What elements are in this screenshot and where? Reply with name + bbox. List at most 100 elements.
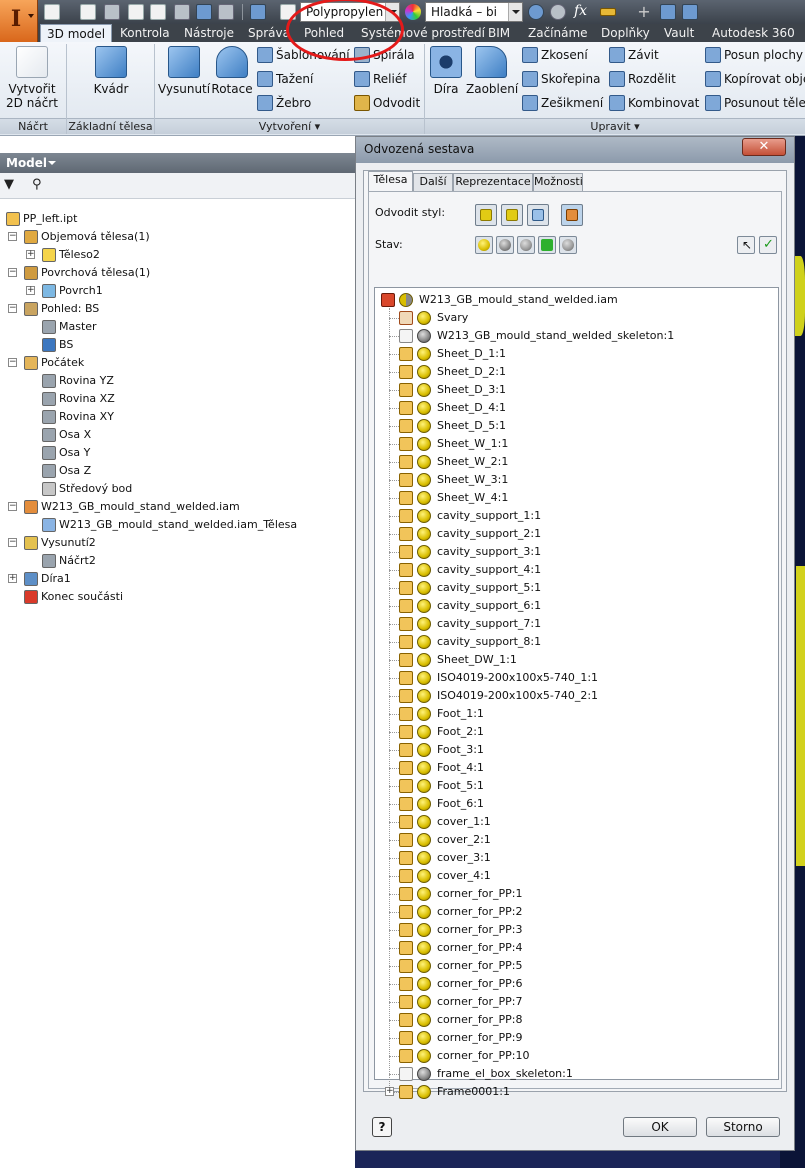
- component-row[interactable]: Sheet_W_1:1: [375, 435, 775, 453]
- tab-sprava[interactable]: Správa: [248, 24, 290, 42]
- component-row[interactable]: corner_for_PP:8: [375, 1011, 775, 1029]
- component-row[interactable]: corner_for_PP:1: [375, 885, 775, 903]
- tab-vault[interactable]: Vault: [664, 24, 694, 42]
- more-icon[interactable]: [682, 4, 698, 20]
- component-row[interactable]: cavity_support_4:1: [375, 561, 775, 579]
- derive-style-single-body-button[interactable]: [475, 204, 497, 226]
- include-status-icon[interactable]: [417, 491, 431, 505]
- component-row[interactable]: corner_for_PP:2: [375, 903, 775, 921]
- include-status-icon[interactable]: [417, 779, 431, 793]
- status-bounding-box-button[interactable]: [538, 236, 556, 254]
- component-row[interactable]: corner_for_PP:3: [375, 921, 775, 939]
- tab-nastroje[interactable]: Nástroje: [184, 24, 234, 42]
- binoculars-icon[interactable]: ⚲: [32, 178, 46, 192]
- collapse-icon[interactable]: −: [8, 304, 17, 313]
- component-row[interactable]: Foot_5:1: [375, 777, 775, 795]
- fillet-button[interactable]: Zaoblení: [466, 46, 518, 96]
- component-row[interactable]: W213_GB_mould_stand_welded_skeleton:1: [375, 327, 775, 345]
- include-status-icon[interactable]: [417, 419, 431, 433]
- component-row[interactable]: cavity_support_1:1: [375, 507, 775, 525]
- undo-icon[interactable]: [128, 4, 144, 20]
- include-status-icon[interactable]: [417, 527, 431, 541]
- appearance-select[interactable]: Hladká – bi: [425, 2, 523, 22]
- tab-doplnky[interactable]: Doplňky: [601, 24, 650, 42]
- mixed-status-icon[interactable]: [399, 293, 413, 307]
- appearance-adjust-icon[interactable]: [528, 4, 544, 20]
- collapse-icon[interactable]: −: [8, 268, 17, 277]
- component-row[interactable]: Foot_2:1: [375, 723, 775, 741]
- expand-icon[interactable]: +: [8, 574, 17, 583]
- status-exclude-button[interactable]: [496, 236, 514, 254]
- include-status-icon[interactable]: [417, 671, 431, 685]
- component-row[interactable]: Sheet_DW_1:1: [375, 651, 775, 669]
- component-row[interactable]: cavity_support_6:1: [375, 597, 775, 615]
- component-row[interactable]: cavity_support_2:1: [375, 525, 775, 543]
- component-row[interactable]: cover_3:1: [375, 849, 775, 867]
- component-row[interactable]: Sheet_D_4:1: [375, 399, 775, 417]
- component-row[interactable]: Sheet_W_3:1: [375, 471, 775, 489]
- component-row[interactable]: corner_for_PP:5: [375, 957, 775, 975]
- include-status-icon[interactable]: [417, 545, 431, 559]
- tab-bodies[interactable]: Tělesa: [368, 171, 413, 192]
- component-row[interactable]: corner_for_PP:9: [375, 1029, 775, 1047]
- open-folder-icon[interactable]: [80, 4, 96, 20]
- component-row[interactable]: corner_for_PP:4: [375, 939, 775, 957]
- include-status-icon[interactable]: [417, 653, 431, 667]
- ok-button[interactable]: OK: [623, 1117, 697, 1137]
- include-status-icon[interactable]: [417, 635, 431, 649]
- group-create[interactable]: Vytvoření ▾: [155, 118, 424, 134]
- component-row[interactable]: cover_1:1: [375, 813, 775, 831]
- include-status-icon[interactable]: [417, 995, 431, 1009]
- derive-style-surface-button[interactable]: [561, 204, 583, 226]
- component-row[interactable]: corner_for_PP:6: [375, 975, 775, 993]
- measure-tape-icon[interactable]: [600, 8, 616, 16]
- component-row[interactable]: Foot_1:1: [375, 705, 775, 723]
- fx-parameters-icon[interactable]: fx: [574, 3, 587, 19]
- tab-pohled[interactable]: Pohled: [304, 24, 344, 42]
- home-icon[interactable]: [174, 4, 190, 20]
- tab-other[interactable]: Další: [413, 173, 453, 191]
- include-status-icon[interactable]: [417, 509, 431, 523]
- settings-icon[interactable]: [280, 4, 296, 20]
- component-row[interactable]: Foot_3:1: [375, 741, 775, 759]
- include-status-icon[interactable]: [417, 851, 431, 865]
- component-row[interactable]: Sheet_W_4:1: [375, 489, 775, 507]
- include-status-icon[interactable]: [417, 1085, 431, 1099]
- include-status-icon[interactable]: [417, 383, 431, 397]
- tab-options[interactable]: Možnosti: [533, 173, 583, 191]
- include-status-icon[interactable]: [417, 1031, 431, 1045]
- component-row[interactable]: Sheet_D_2:1: [375, 363, 775, 381]
- include-status-icon[interactable]: [417, 473, 431, 487]
- include-status-icon[interactable]: [417, 689, 431, 703]
- derive-style-multi-body-button[interactable]: [527, 204, 549, 226]
- collapse-icon[interactable]: −: [8, 502, 17, 511]
- new-file-icon[interactable]: [44, 4, 60, 20]
- component-row[interactable]: corner_for_PP:7: [375, 993, 775, 1011]
- filter-icon[interactable]: ▼: [4, 178, 18, 192]
- component-row[interactable]: cavity_support_5:1: [375, 579, 775, 597]
- component-row[interactable]: ISO4019-200x100x5-740_1:1: [375, 669, 775, 687]
- app-menu-button[interactable]: I: [0, 0, 38, 42]
- color-wheel-icon[interactable]: [405, 4, 421, 20]
- collapse-icon[interactable]: −: [8, 538, 17, 547]
- update-icon[interactable]: [196, 4, 212, 20]
- include-status-icon[interactable]: [417, 815, 431, 829]
- include-status-icon[interactable]: [417, 1049, 431, 1063]
- include-status-icon[interactable]: [417, 743, 431, 757]
- component-row[interactable]: Sheet_D_3:1: [375, 381, 775, 399]
- dialog-titlebar[interactable]: Odvozená sestava ✕: [356, 137, 794, 163]
- include-status-icon[interactable]: [417, 725, 431, 739]
- group-modify[interactable]: Upravit ▾: [425, 118, 805, 134]
- component-row[interactable]: Svary: [375, 309, 775, 327]
- close-button[interactable]: ✕: [742, 138, 786, 156]
- tab-autodesk-360[interactable]: Autodesk 360: [712, 24, 795, 42]
- component-row[interactable]: cavity_support_7:1: [375, 615, 775, 633]
- include-status-icon[interactable]: [417, 941, 431, 955]
- expand-icon[interactable]: +: [26, 286, 35, 295]
- include-status-icon[interactable]: [417, 977, 431, 991]
- include-status-icon[interactable]: [417, 617, 431, 631]
- component-row[interactable]: + Frame0001:1: [375, 1083, 775, 1101]
- include-status-icon[interactable]: [417, 833, 431, 847]
- apply-button[interactable]: ✓: [759, 236, 777, 254]
- derive-style-merged-button[interactable]: [501, 204, 523, 226]
